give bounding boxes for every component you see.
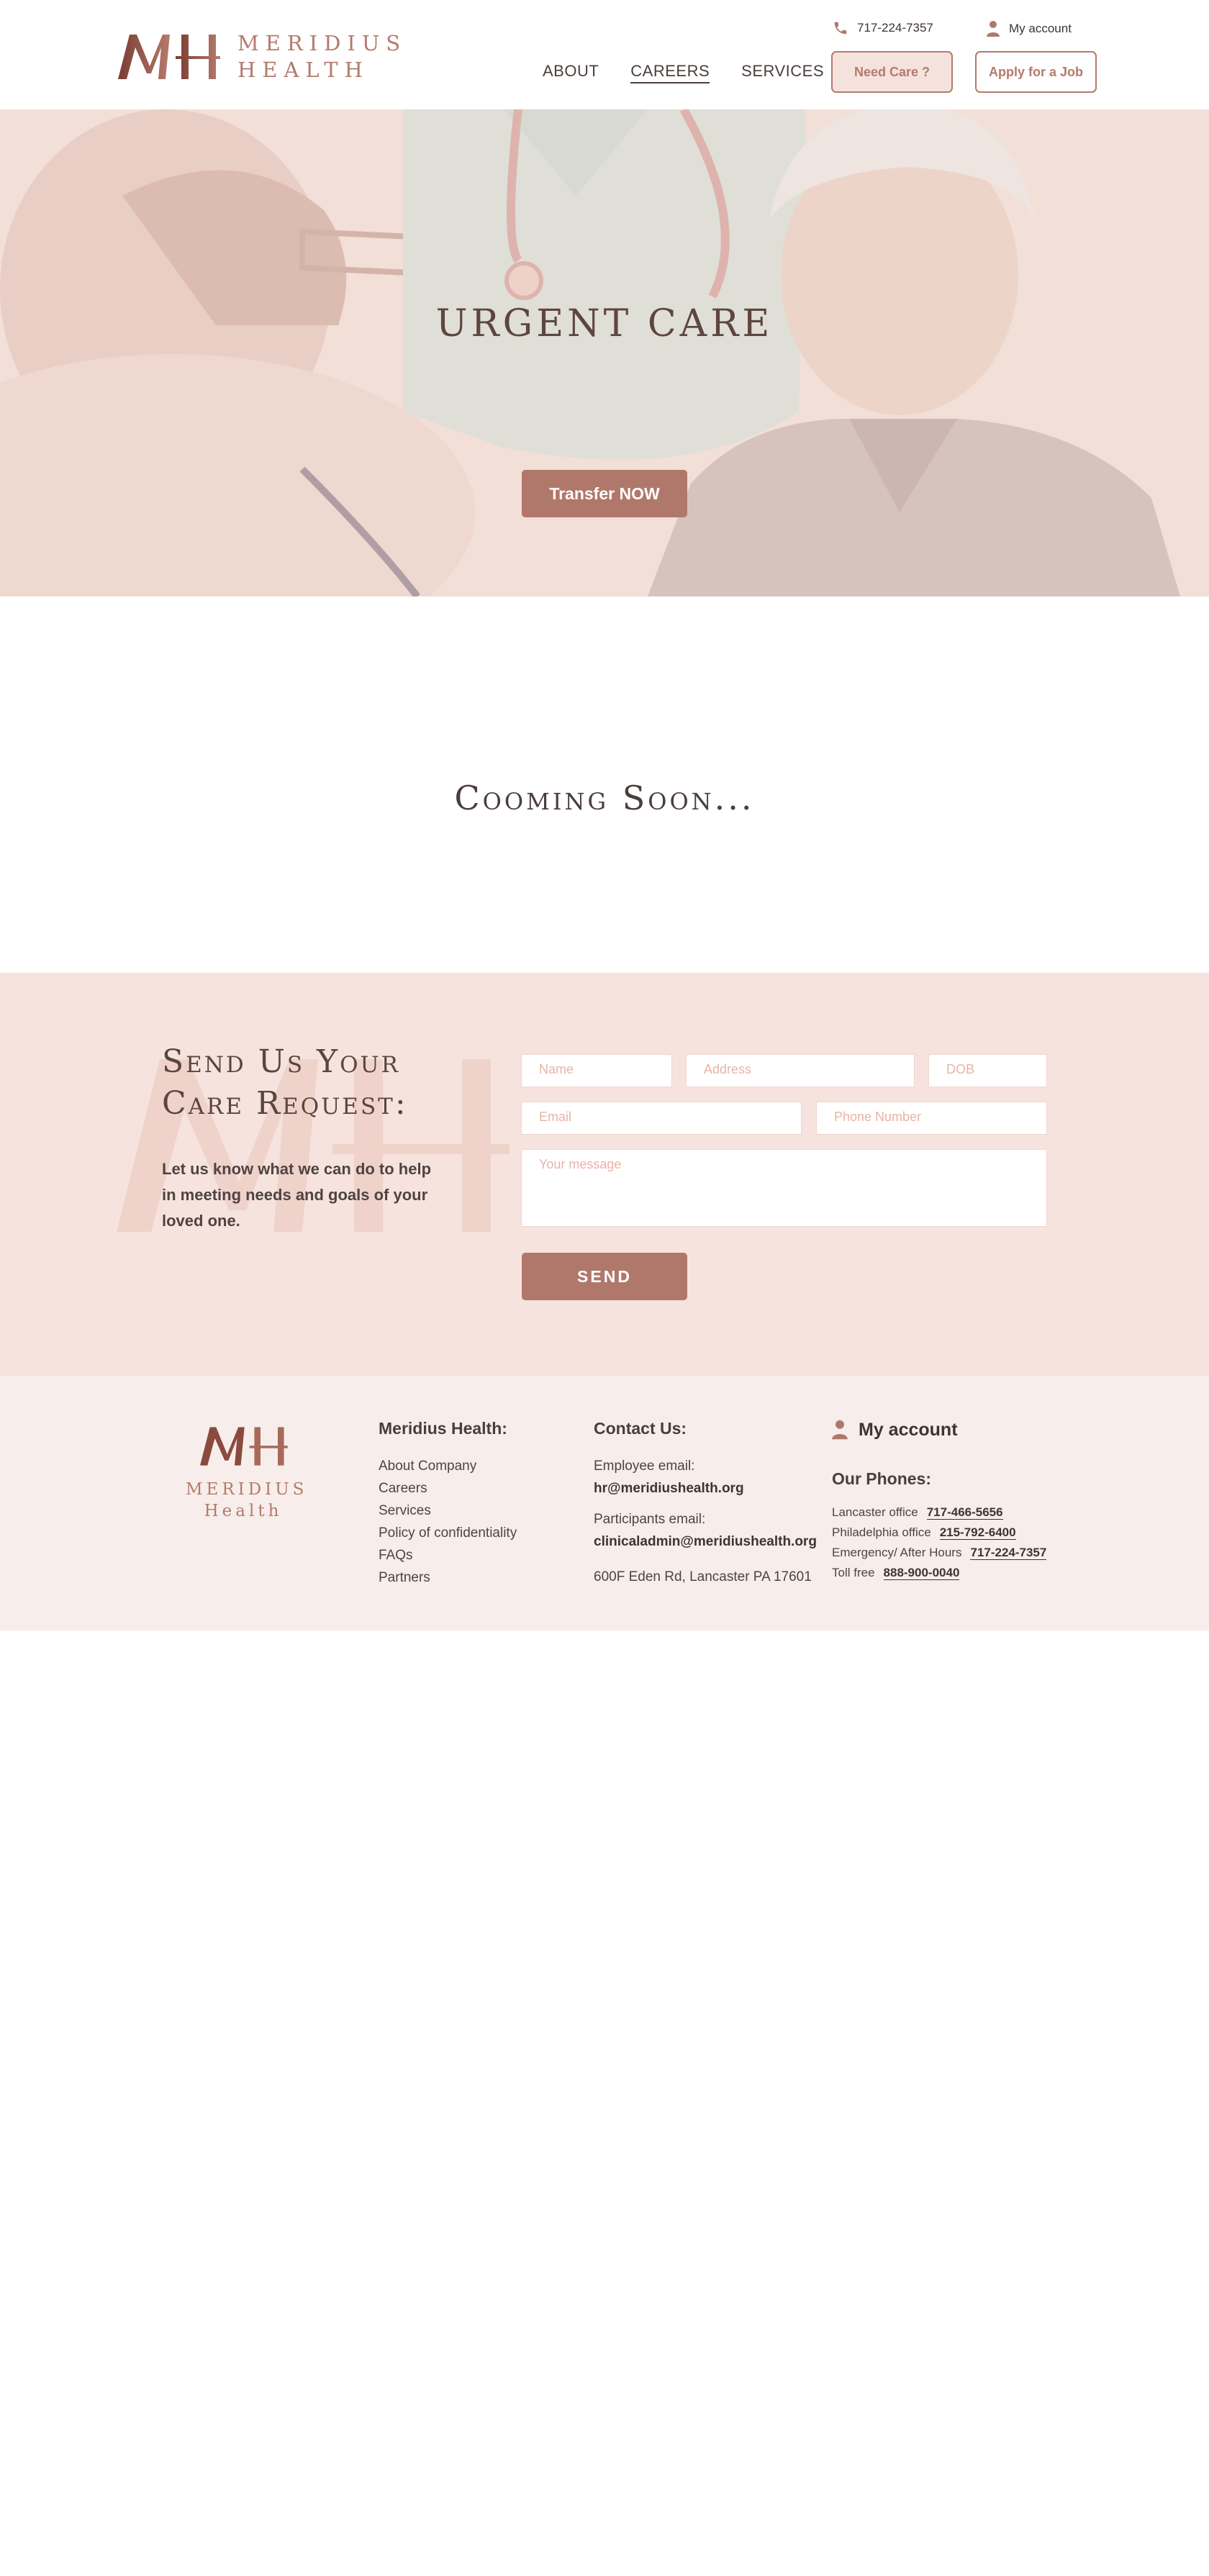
logo[interactable]: MERIDIUS HEALTH [115, 30, 407, 83]
phone-label: Emergency/ After Hours [832, 1546, 962, 1559]
hero-title: URGENT CARE [435, 302, 774, 345]
nav-careers[interactable]: CAREERS [630, 62, 710, 83]
footer-logo-mark-icon [200, 1427, 288, 1466]
footer-link-faqs[interactable]: FAQs [379, 1544, 517, 1566]
phone-row: Toll free 888-900-0040 [832, 1563, 1046, 1583]
phone-icon [834, 22, 847, 35]
footer-company-title: Meridius Health: [379, 1419, 507, 1438]
participants-email-link[interactable]: clinicaladmin@meridiushealth.org [594, 1534, 817, 1549]
footer-logo-line1: MERIDIUS [186, 1480, 308, 1499]
site-footer: MERIDIUS Health Meridius Health: About C… [0, 1376, 1209, 1631]
site-header: MERIDIUS HEALTH 717-224-7357 My account … [0, 0, 1209, 109]
care-request-section: Send Us Your Care Request: Let us know w… [0, 973, 1209, 1376]
email-field[interactable]: Email [521, 1102, 802, 1135]
nav-about[interactable]: ABOUT [543, 62, 599, 83]
phone-label: Toll free [832, 1566, 875, 1579]
phone-label: Lancaster office [832, 1505, 918, 1519]
footer-logo-line2: Health [204, 1502, 283, 1520]
request-description: Let us know what we can do to help in me… [162, 1160, 432, 1230]
footer-phones-title: Our Phones: [832, 1469, 932, 1488]
logo-text: MERIDIUS HEALTH [237, 30, 407, 83]
header-phone[interactable]: 717-224-7357 [833, 20, 933, 36]
phone-number-link[interactable]: 717-224-7357 [970, 1546, 1047, 1560]
address-field[interactable]: Address [686, 1054, 915, 1087]
employee-email-link[interactable]: hr@meridiushealth.org [594, 1481, 744, 1496]
phone-number-link[interactable]: 215-792-6400 [939, 1525, 1016, 1540]
footer-link-policy[interactable]: Policy of confidentiality [379, 1522, 517, 1544]
dob-field[interactable]: DOB [928, 1054, 1047, 1087]
footer-contact-title: Contact Us: [594, 1419, 687, 1438]
user-icon [987, 21, 1000, 37]
footer-logo[interactable]: MERIDIUS Health [186, 1425, 308, 1522]
footer-address: 600F Eden Rd, Lancaster PA 17601 [594, 1569, 812, 1584]
nav-services[interactable]: SERVICES [741, 62, 824, 83]
send-button[interactable]: SEND [522, 1253, 687, 1300]
transfer-now-button[interactable]: Transfer NOW [522, 470, 687, 517]
header-account-label: My account [1009, 22, 1072, 35]
hero-banner: URGENT CARE Transfer NOW [0, 109, 1209, 597]
logo-mark-icon [118, 35, 220, 79]
phone-label: Philadelphia office [832, 1525, 931, 1539]
phone-row: Philadelphia office 215-792-6400 [832, 1523, 1046, 1543]
footer-link-careers[interactable]: Careers [379, 1477, 517, 1500]
employee-email-label: Employee email: [594, 1459, 695, 1474]
phone-row: Lancaster office 717-466-5656 [832, 1502, 1046, 1523]
message-field[interactable]: Your message [521, 1149, 1047, 1227]
request-title-line2: Care Request: [162, 1085, 408, 1122]
brand-name-line2: HEALTH [237, 58, 369, 82]
coming-soon-text: Cooming Soon... [454, 779, 755, 817]
phone-number-field[interactable]: Phone Number [816, 1102, 1047, 1135]
footer-contact: Employee email: hr@meridiushealth.org Pa… [594, 1455, 817, 1588]
participants-email-label: Participants email: [594, 1512, 706, 1527]
footer-links: About Company Careers Services Policy of… [379, 1455, 517, 1589]
main-nav: ABOUT CAREERS SERVICES [543, 62, 856, 83]
need-care-button[interactable]: Need Care ? [831, 51, 953, 93]
footer-phones: Lancaster office 717-466-5656 Philadelphi… [832, 1502, 1047, 1583]
name-field[interactable]: Name [521, 1054, 672, 1087]
request-title-line1: Send Us Your [162, 1043, 400, 1080]
brand-name-line1: MERIDIUS [237, 31, 407, 55]
user-icon [832, 1420, 848, 1440]
request-title: Send Us Your Care Request: [162, 1041, 408, 1125]
footer-link-services[interactable]: Services [379, 1500, 517, 1522]
footer-logo-text: MERIDIUS Health [186, 1479, 308, 1522]
apply-job-button[interactable]: Apply for a Job [975, 51, 1097, 93]
footer-link-partners[interactable]: Partners [379, 1566, 517, 1589]
footer-account-label: My account [859, 1419, 958, 1440]
phone-number-link[interactable]: 717-466-5656 [926, 1505, 1003, 1520]
footer-account-link[interactable]: My account [831, 1419, 958, 1441]
phone-row: Emergency/ After Hours 717-224-7357 [832, 1543, 1047, 1563]
hero-photo [0, 109, 1209, 597]
footer-link-about[interactable]: About Company [379, 1455, 517, 1477]
header-account-link[interactable]: My account [986, 20, 1072, 37]
header-phone-number: 717-224-7357 [857, 21, 933, 35]
phone-number-link[interactable]: 888-900-0040 [883, 1566, 960, 1580]
